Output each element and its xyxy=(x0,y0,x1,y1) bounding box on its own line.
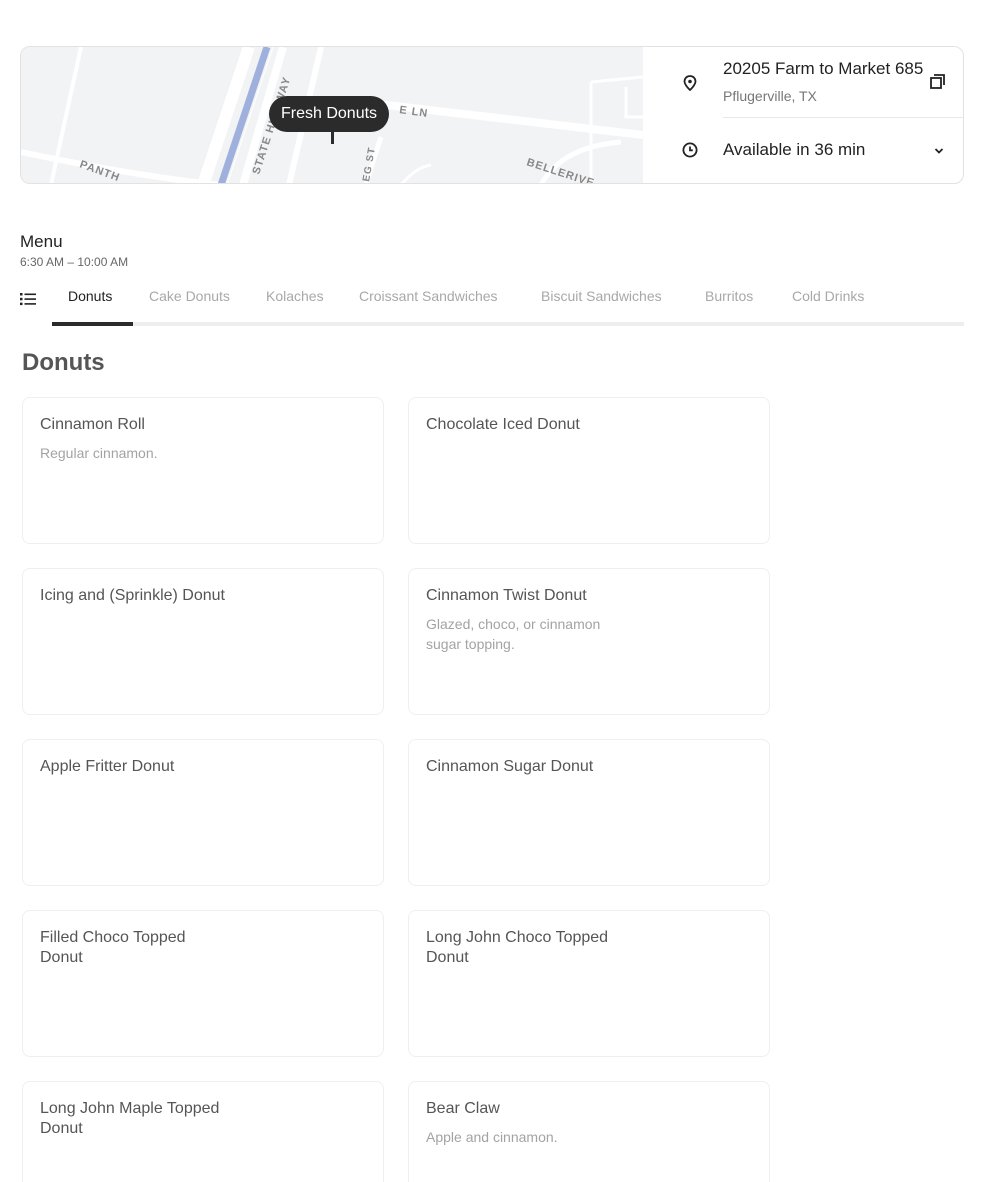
menu-item-card[interactable]: Long John Choco Topped Donut xyxy=(408,910,770,1057)
menu-title: Menu xyxy=(20,232,63,251)
item-description: Glazed, choco, or cinnamon sugar topping… xyxy=(426,616,601,652)
tab-croissant-sandwiches[interactable]: Croissant Sandwiches xyxy=(359,288,498,304)
tab-biscuit-sandwiches[interactable]: Biscuit Sandwiches xyxy=(541,288,662,304)
menu-item-card[interactable]: Bear Claw Apple and cinnamon. xyxy=(408,1081,770,1182)
list-icon[interactable] xyxy=(20,291,36,307)
tabs-track xyxy=(52,322,964,326)
address-line1: 20205 Farm to Market 685 xyxy=(723,59,924,78)
item-name: Long John Maple Topped Donut xyxy=(40,1100,220,1137)
item-name: Filled Choco Topped Donut xyxy=(40,929,186,966)
item-name: Apple Fritter Donut xyxy=(40,758,175,775)
availability-text: Available in 36 min xyxy=(723,140,866,159)
tab-cake-donuts[interactable]: Cake Donuts xyxy=(149,288,230,304)
item-description: Regular cinnamon. xyxy=(40,445,158,461)
store-info: 20205 Farm to Market 685 Pflugerville, T… xyxy=(643,47,963,183)
clock-icon xyxy=(682,142,698,158)
chevron-down-icon[interactable] xyxy=(933,145,945,157)
tab-burritos[interactable]: Burritos xyxy=(705,288,753,304)
tab-donuts[interactable]: Donuts xyxy=(68,288,112,304)
tab-cold-drinks[interactable]: Cold Drinks xyxy=(792,288,864,304)
map-pin-label: Fresh Donuts xyxy=(269,96,390,132)
map-pin-icon xyxy=(331,132,334,144)
item-name: Icing and (Sprinkle) Donut xyxy=(40,587,225,604)
address-line2: Pflugerville, TX xyxy=(723,88,817,104)
menu-item-card[interactable]: Long John Maple Topped Donut xyxy=(22,1081,384,1182)
item-name: Cinnamon Roll xyxy=(40,416,145,433)
menu-item-card[interactable]: Filled Choco Topped Donut xyxy=(22,910,384,1057)
tab-kolaches[interactable]: Kolaches xyxy=(266,288,324,304)
address-row: 20205 Farm to Market 685 Pflugerville, T… xyxy=(643,47,963,117)
item-name: Cinnamon Sugar Donut xyxy=(426,758,594,775)
item-name: Cinnamon Twist Donut xyxy=(426,587,587,604)
menu-item-card[interactable]: Chocolate Iced Donut xyxy=(408,397,770,544)
map-pin-icon xyxy=(683,75,697,92)
category-tabs: Donuts Cake Donuts Kolaches Croissant Sa… xyxy=(20,282,964,326)
item-name: Chocolate Iced Donut xyxy=(426,416,580,433)
store-map[interactable]: STATE HIGHWAY E LN PANTH EG ST BELLERIVE… xyxy=(21,47,643,183)
store-card: STATE HIGHWAY E LN PANTH EG ST BELLERIVE… xyxy=(20,46,964,184)
section-title: Donuts xyxy=(22,349,105,376)
menu-item-card[interactable]: Cinnamon Roll Regular cinnamon. xyxy=(22,397,384,544)
item-name: Bear Claw xyxy=(426,1100,500,1117)
item-name: Long John Choco Topped Donut xyxy=(426,929,609,966)
menu-item-card[interactable]: Cinnamon Sugar Donut xyxy=(408,739,770,886)
menu-item-card[interactable]: Cinnamon Twist Donut Glazed, choco, or c… xyxy=(408,568,770,715)
menu-item-card[interactable]: Apple Fritter Donut xyxy=(22,739,384,886)
copy-icon[interactable] xyxy=(929,73,947,91)
availability-row[interactable]: Available in 36 min xyxy=(643,117,963,183)
item-description: Apple and cinnamon. xyxy=(426,1129,558,1145)
menu-item-card[interactable]: Icing and (Sprinkle) Donut xyxy=(22,568,384,715)
menu-hours: 6:30 AM – 10:00 AM xyxy=(20,255,129,269)
active-tab-indicator xyxy=(52,322,133,326)
